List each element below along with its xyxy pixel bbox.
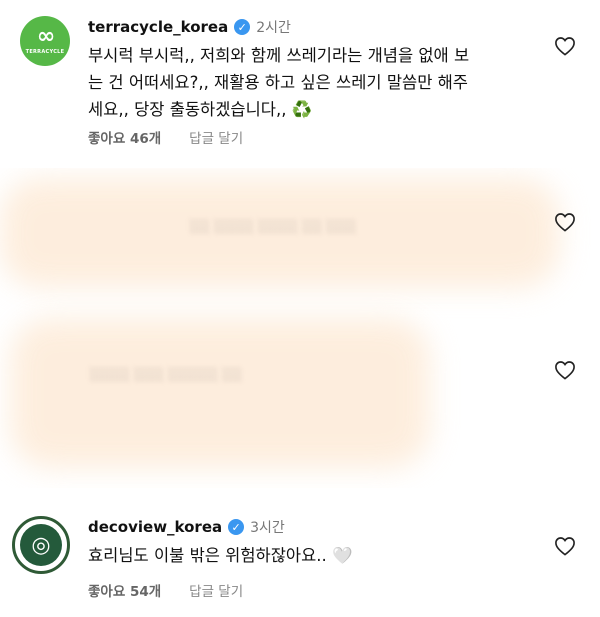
comment-meta: 좋아요 54개 답글 달기	[88, 580, 243, 600]
heart-outline-icon[interactable]	[554, 212, 576, 232]
comment-line: 세요,, 당장 출동하겠습니다,, ♻️	[88, 100, 313, 119]
comment-line: 부시럭 부시럭,, 저희와 함께 쓰레기라는 개념을 없애 보	[88, 46, 470, 65]
heart-outline-icon[interactable]	[554, 36, 576, 56]
verified-badge-icon: ✓	[228, 519, 245, 535]
blurred-text: ░░ ░░░░ ░░░░ ░░ ░░░	[190, 220, 357, 235]
chameleon-logo-icon: ◎	[20, 524, 62, 566]
heart-outline-icon[interactable]	[554, 536, 576, 556]
redacted-comments-area: ░░ ░░░░ ░░░░ ░░ ░░░ ░░░░ ░░░ ░░░░░ ░░	[0, 168, 600, 488]
blur-patch	[10, 318, 430, 468]
blurred-text: ░░░░ ░░░ ░░░░░ ░░	[90, 368, 243, 383]
timestamp: 2시간	[256, 20, 291, 36]
comment-text: 효리님도 이불 밖은 위험하잖아요.. 🤍	[88, 542, 353, 569]
heart-outline-icon[interactable]	[554, 360, 576, 380]
comment-meta: 좋아요 46개 답글 달기	[88, 127, 243, 147]
infinity-logo-icon: ∞	[36, 23, 55, 49]
like-count[interactable]: 좋아요 54개	[88, 580, 161, 600]
decoview-avatar[interactable]: ◎	[12, 516, 70, 574]
username[interactable]: terracycle_korea	[88, 18, 228, 36]
comment-header: decoview_korea ✓ 3시간	[88, 516, 285, 538]
reply-button[interactable]: 답글 달기	[189, 127, 243, 147]
verified-badge-icon: ✓	[234, 19, 251, 35]
avatar-brand-text: TERRACYCLE	[25, 48, 65, 55]
like-count[interactable]: 좋아요 46개	[88, 127, 161, 147]
terracycle-avatar[interactable]: ∞ TERRACYCLE	[20, 16, 70, 66]
comment-line: 효리님도 이불 밖은 위험하잖아요.. 🤍	[88, 546, 353, 565]
timestamp: 3시간	[250, 520, 285, 536]
comment-text: 부시럭 부시럭,, 저희와 함께 쓰레기라는 개념을 없애 보 는 건 어떠세요…	[88, 42, 469, 123]
reply-button[interactable]: 답글 달기	[189, 580, 243, 600]
comment-line: 는 건 어떠세요?,, 재활용 하고 싶은 쓰레기 말씀만 해주	[88, 73, 468, 92]
comment-header: terracycle_korea ✓ 2시간	[88, 16, 291, 38]
username[interactable]: decoview_korea	[88, 518, 222, 536]
